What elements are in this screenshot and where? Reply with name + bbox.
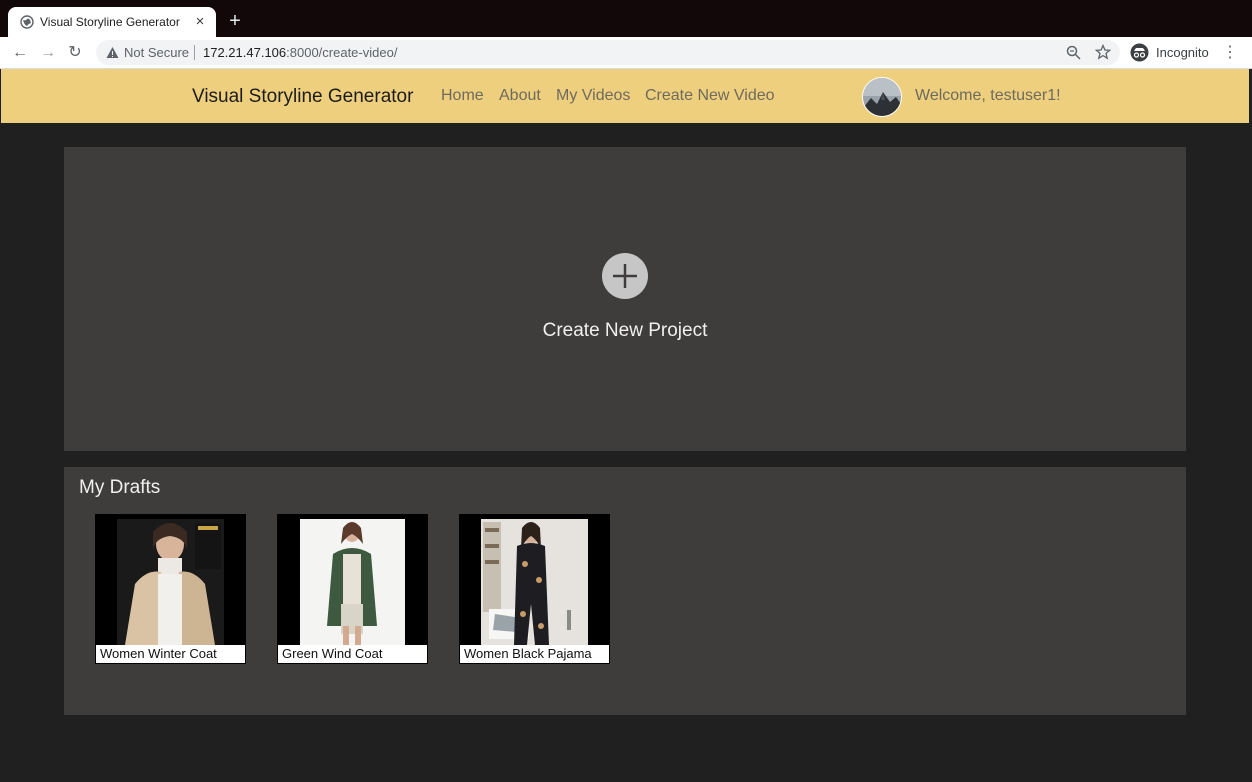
draft-thumbnail [459,514,610,645]
site-brand[interactable]: Visual Storyline Generator [192,86,413,108]
browser-menu-icon[interactable]: ⋮ [1222,43,1238,63]
draft-label: Women Black Pajama [460,645,609,663]
draft-thumbnail [277,514,428,645]
drafts-panel: My Drafts Women Winter Coat Green Wind C… [64,467,1186,715]
new-tab-icon[interactable]: + [226,11,244,31]
nav-my-videos-link[interactable]: My Videos [556,87,630,105]
nav-home-link[interactable]: Home [441,87,484,105]
draft-card[interactable]: Women Black Pajama [459,514,610,664]
url-host: 172.21.47.106 [203,45,287,60]
incognito-icon [1130,43,1149,62]
draft-label: Women Winter Coat [96,645,245,663]
url-text[interactable]: 172.21.47.106:8000/create-video/ [203,45,397,60]
drafts-title: My Drafts [79,477,161,498]
url-separator [194,45,195,60]
bookmark-star-icon[interactable] [1095,44,1111,60]
create-project-panel[interactable]: Create New Project [64,147,1186,451]
tab-title: Visual Storyline Generator [40,15,180,29]
url-path: :8000/create-video/ [286,45,398,60]
not-secure-label[interactable]: Not Secure [124,45,189,60]
browser-tab[interactable]: Visual Storyline Generator × [8,7,216,37]
nav-create-new-video-link[interactable]: Create New Video [645,87,775,105]
browser-tabstrip: Visual Storyline Generator × + [0,0,1252,37]
incognito-indicator[interactable]: Incognito [1128,40,1214,65]
back-icon[interactable]: ← [10,43,30,63]
address-bar[interactable]: Not Secure 172.21.47.106:8000/create-vid… [96,40,1120,65]
site-header: Visual Storyline Generator Home About My… [1,69,1249,123]
globe-icon [20,15,34,29]
incognito-label: Incognito [1156,45,1209,60]
draft-card[interactable]: Women Winter Coat [95,514,246,664]
browser-toolbar: ← → ↻ Not Secure 172.21.47.106:8000/crea… [0,37,1252,69]
create-project-label[interactable]: Create New Project [64,320,1186,342]
draft-label: Green Wind Coat [278,645,427,663]
zoom-icon[interactable] [1066,45,1081,60]
plus-icon [613,264,637,288]
nav-about-link[interactable]: About [499,87,541,105]
warning-icon [106,47,119,58]
reload-icon[interactable]: ↻ [65,43,85,63]
draft-card[interactable]: Green Wind Coat [277,514,428,664]
forward-icon[interactable]: → [38,43,58,63]
add-project-button[interactable] [602,253,648,299]
avatar-image [863,78,901,116]
tab-close-icon[interactable]: × [192,14,208,30]
welcome-message: Welcome, testuser1! [915,87,1061,104]
user-avatar[interactable] [862,77,902,117]
draft-thumbnail [95,514,246,645]
